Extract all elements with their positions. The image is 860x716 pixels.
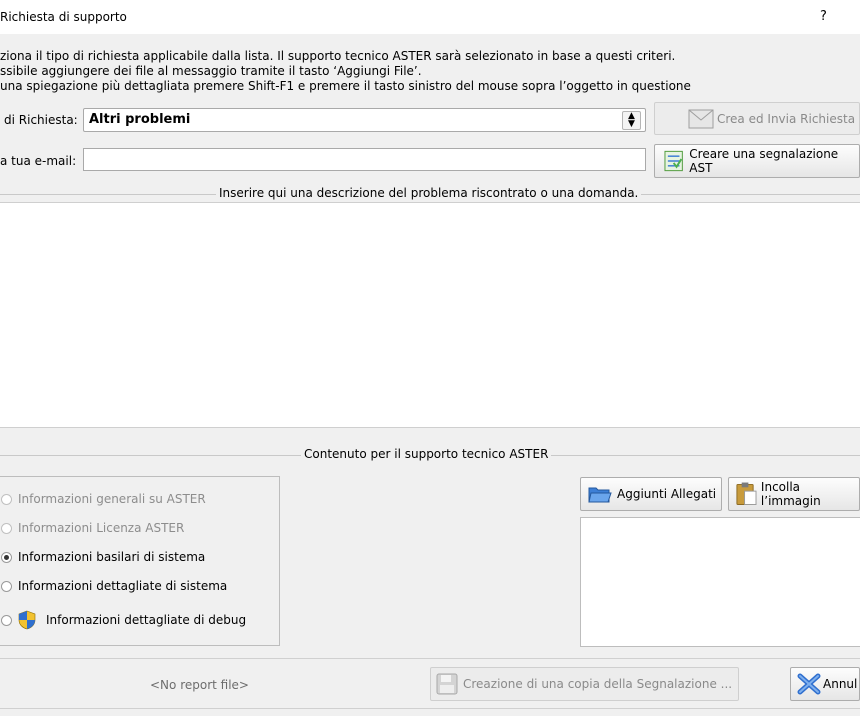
cancel-button[interactable]: Annul (790, 667, 860, 701)
email-field[interactable] (83, 148, 646, 171)
option-debug-info[interactable]: Informazioni dettagliate di debug (1, 610, 246, 630)
option-license-info[interactable]: Informazioni Licenza ASTER (1, 521, 184, 535)
radio-icon (1, 522, 12, 534)
instruction-line-2: ssibile aggiungere dei file al messaggio… (0, 64, 422, 78)
option-general-info[interactable]: Informazioni generali su ASTER (1, 492, 206, 506)
paste-image-button[interactable]: Incolla l’immagin (728, 477, 860, 511)
request-type-select[interactable]: Altri problemi ▲ ▼ (83, 108, 646, 132)
create-send-label: Crea ed Invia Richiesta (717, 111, 856, 126)
folder-open-icon (588, 487, 612, 503)
description-group-title: Inserire qui una descrizione del problem… (216, 186, 642, 200)
request-type-value: Altri problemi (89, 112, 191, 127)
footer-divider (0, 658, 860, 659)
radio-icon (1, 614, 12, 626)
option-label: Informazioni generali su ASTER (18, 492, 206, 506)
create-send-button[interactable]: Crea ed Invia Richiesta (654, 102, 860, 135)
add-attachments-button[interactable]: Aggiunti Allegati (580, 477, 722, 511)
option-detailed-system-info[interactable]: Informazioni dettagliate di sistema (1, 579, 227, 593)
title-bar: Richiesta di supporto ? (0, 0, 860, 34)
floppy-disk-icon (436, 673, 458, 695)
report-file-status: <No report file> (150, 678, 249, 692)
uac-shield-icon (18, 610, 36, 630)
checklist-icon (664, 150, 683, 172)
create-report-button[interactable]: Creare una segnalazione AST (654, 144, 860, 178)
paste-image-label: Incolla l’immagin (760, 480, 821, 508)
create-report-label: Creare una segnalazione AST (689, 147, 839, 175)
option-label: Informazioni basilari di sistema (18, 550, 206, 564)
clipboard-paste-icon (736, 482, 757, 505)
save-copy-button[interactable]: Creazione di una copia della Segnalazion… (430, 667, 739, 701)
email-label: a tua e-mail: (0, 154, 77, 168)
instruction-line-1: ziona il tipo di richiesta applicabile d… (0, 49, 676, 63)
add-attachments-label: Aggiunti Allegati (617, 487, 717, 501)
envelope-icon (688, 109, 714, 128)
option-label: Informazioni dettagliate di debug (46, 613, 247, 627)
option-basic-system-info[interactable]: Informazioni basilari di sistema (1, 550, 205, 564)
bottom-border (0, 708, 860, 709)
option-label: Informazioni Licenza ASTER (18, 521, 185, 535)
instruction-line-3: una spiegazione più dettagliata premere … (0, 79, 691, 93)
radio-icon (1, 493, 12, 505)
option-label: Informazioni dettagliate di sistema (18, 579, 228, 593)
cancel-label: Annul (823, 677, 858, 691)
close-x-icon (797, 673, 821, 695)
content-group-title: Contenuto per il supporto tecnico ASTER (301, 447, 552, 461)
help-button[interactable]: ? (820, 9, 827, 24)
chevron-updown-icon: ▲ ▼ (622, 111, 641, 130)
radio-selected-icon (1, 551, 12, 563)
request-type-label: di Richiesta: (4, 113, 78, 127)
description-textarea[interactable] (0, 202, 860, 428)
window-title: Richiesta di supporto (0, 10, 127, 24)
attachments-list[interactable] (580, 517, 860, 647)
radio-icon (1, 580, 12, 592)
save-copy-label: Creazione di una copia della Segnalazion… (463, 677, 733, 691)
